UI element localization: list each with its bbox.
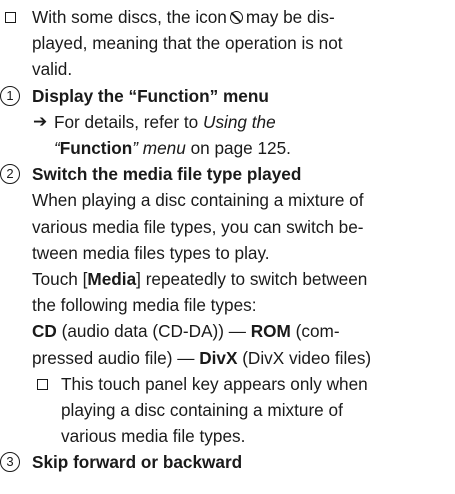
note-text: valid. <box>32 59 73 80</box>
sub-note-line: This touch panel key appears only when <box>0 371 455 397</box>
note-line: With some discs, the icon may be dis- <box>0 4 455 30</box>
body-text: the following media file types: <box>32 295 257 316</box>
item-number: 1 <box>0 85 20 106</box>
body-text: (DivX video files) <box>242 347 372 368</box>
manual-page: With some discs, the icon may be dis- pla… <box>0 4 455 476</box>
reference-line: “Function” menu on page 125. <box>0 135 455 161</box>
note-checkbox-icon <box>37 378 48 390</box>
item-heading-row: 2 Switch the media file type played <box>0 161 455 187</box>
body-text: various media file types, you can switch… <box>32 216 364 237</box>
body-line: various media file types, you can switch… <box>0 214 455 240</box>
item-heading: Switch the media file type played <box>32 164 302 185</box>
sub-note-line: various media file types. <box>0 423 455 449</box>
prohibited-icon <box>229 11 243 24</box>
note-text: With some discs, the icon <box>32 7 227 27</box>
note-checkbox-icon <box>5 12 16 23</box>
body-line: the following media file types: <box>0 292 455 318</box>
body-line: pressed audio file) — DivX (DivX video f… <box>0 345 455 371</box>
note-text: may be dis- <box>245 7 335 27</box>
body-text: When playing a disc containing a mixture… <box>32 190 364 211</box>
media-type-cd: CD <box>32 321 57 342</box>
note-text: played, meaning that the operation is no… <box>32 33 343 54</box>
item-heading: Display the “Function” menu <box>32 85 269 106</box>
note-line: played, meaning that the operation is no… <box>0 30 455 56</box>
reference-text: For details, refer to <box>54 111 199 132</box>
note-text: playing a disc containing a mixture of <box>61 400 343 421</box>
media-type-rom: ROM <box>250 321 291 342</box>
sub-note-line: playing a disc containing a mixture of <box>0 397 455 423</box>
body-text: (audio data (CD-DA)) — <box>61 321 246 342</box>
item-heading: Skip forward or backward <box>32 452 243 473</box>
body-text: tween media files types to play. <box>32 242 270 263</box>
body-line: tween media files types to play. <box>0 240 455 266</box>
media-type-divx: DivX <box>199 347 238 368</box>
media-key-label: Media <box>87 269 137 290</box>
body-text: (com- <box>295 321 340 342</box>
item-heading-row: 3 Skip forward or backward <box>0 449 455 475</box>
body-line: Touch [Media] repeatedly to switch betwe… <box>0 266 455 292</box>
body-text: pressed audio file) — <box>32 347 195 368</box>
reference-arrow-icon: ➔ <box>33 111 48 131</box>
reference-link[interactable]: “Function” menu <box>54 138 186 158</box>
note-text: various media file types. <box>61 426 246 447</box>
reference-text: on page 125. <box>190 138 291 159</box>
reference-line: ➔ For details, refer to Using the <box>0 109 455 135</box>
note-text: This touch panel key appears only when <box>61 373 368 394</box>
reference-link[interactable]: Using the <box>203 112 276 132</box>
body-text: Touch [ <box>32 269 88 290</box>
note-line: valid. <box>0 56 455 82</box>
item-heading-row: 1 Display the “Function” menu <box>0 83 455 109</box>
body-text: ] repeatedly to switch between <box>136 269 368 290</box>
body-line: When playing a disc containing a mixture… <box>0 187 455 213</box>
body-line: CD (audio data (CD-DA)) — ROM (com- <box>0 318 455 344</box>
